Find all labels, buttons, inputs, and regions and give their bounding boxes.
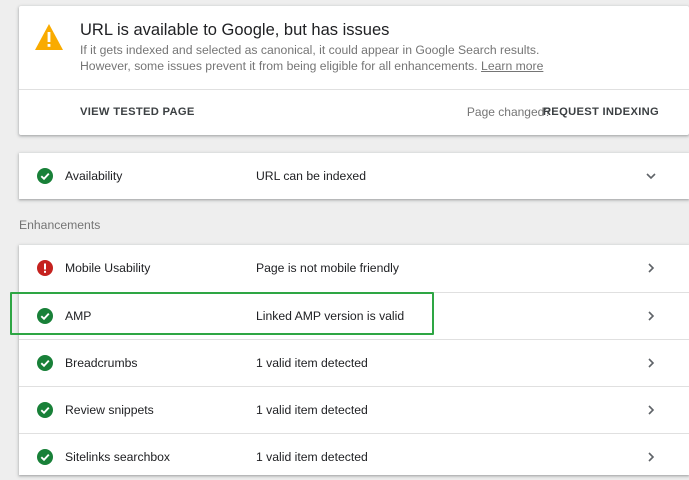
availability-card: Availability URL can be indexed bbox=[19, 153, 689, 199]
availability-row[interactable]: Availability URL can be indexed bbox=[19, 153, 689, 199]
chevron-right-icon[interactable] bbox=[645, 310, 657, 322]
check-circle-icon bbox=[37, 308, 53, 324]
view-tested-page-button[interactable]: VIEW TESTED PAGE bbox=[80, 106, 195, 118]
enhancement-row-sitelinks-searchbox[interactable]: Sitelinks searchbox 1 valid item detecte… bbox=[19, 433, 689, 480]
request-indexing-button[interactable]: REQUEST INDEXING bbox=[543, 106, 659, 118]
status-divider bbox=[19, 89, 689, 90]
chevron-right-icon[interactable] bbox=[645, 262, 657, 274]
status-title: URL is available to Google, but has issu… bbox=[80, 21, 390, 39]
check-circle-icon bbox=[37, 168, 53, 184]
enhancement-row-mobile-usability[interactable]: Mobile Usability Page is not mobile frie… bbox=[19, 245, 689, 292]
status-description-line2: However, some issues prevent it from bei… bbox=[80, 58, 544, 73]
enhancement-status: 1 valid item detected bbox=[256, 403, 368, 417]
enhancement-status: 1 valid item detected bbox=[256, 450, 368, 464]
enhancement-status: 1 valid item detected bbox=[256, 356, 368, 370]
status-description: If it gets indexed and selected as canon… bbox=[80, 43, 543, 74]
enhancements-heading: Enhancements bbox=[19, 218, 101, 232]
status-card: URL is available to Google, but has issu… bbox=[19, 6, 689, 135]
chevron-down-icon[interactable] bbox=[645, 170, 657, 182]
warning-icon bbox=[35, 24, 63, 50]
check-circle-icon bbox=[37, 402, 53, 418]
check-circle-icon bbox=[37, 449, 53, 465]
enhancement-label: Breadcrumbs bbox=[65, 356, 138, 370]
enhancement-status: Page is not mobile friendly bbox=[256, 261, 399, 275]
status-description-line1: If it gets indexed and selected as canon… bbox=[80, 43, 540, 57]
enhancement-row-breadcrumbs[interactable]: Breadcrumbs 1 valid item detected bbox=[19, 339, 689, 386]
availability-status: URL can be indexed bbox=[256, 169, 366, 183]
enhancement-label: Sitelinks searchbox bbox=[65, 450, 170, 464]
check-circle-icon bbox=[37, 355, 53, 371]
learn-more-link[interactable]: Learn more bbox=[481, 59, 543, 73]
enhancement-row-amp[interactable]: AMP Linked AMP version is valid bbox=[19, 292, 689, 339]
enhancement-label: Review snippets bbox=[65, 403, 154, 417]
availability-label: Availability bbox=[65, 169, 123, 183]
enhancement-label: Mobile Usability bbox=[65, 261, 151, 275]
enhancement-row-review-snippets[interactable]: Review snippets 1 valid item detected bbox=[19, 386, 689, 433]
page-changed-text: Page changed? bbox=[466, 105, 551, 119]
chevron-right-icon[interactable] bbox=[645, 404, 657, 416]
chevron-right-icon[interactable] bbox=[645, 357, 657, 369]
enhancement-label: AMP bbox=[65, 309, 92, 323]
error-circle-icon bbox=[37, 260, 53, 276]
enhancements-card: Mobile Usability Page is not mobile frie… bbox=[19, 245, 689, 475]
enhancement-status: Linked AMP version is valid bbox=[256, 309, 405, 323]
chevron-right-icon[interactable] bbox=[645, 451, 657, 463]
